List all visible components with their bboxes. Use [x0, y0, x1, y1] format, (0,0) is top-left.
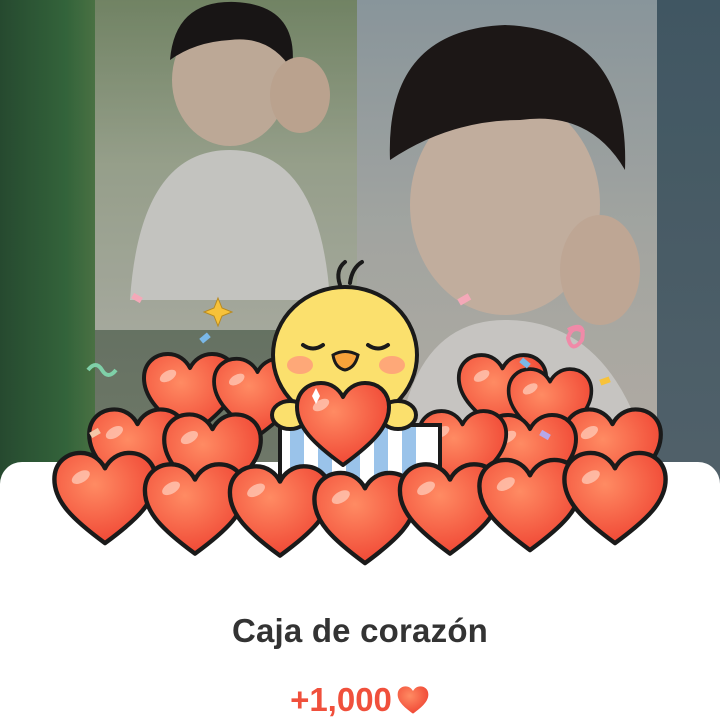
heart-icon [397, 686, 429, 714]
reward-amount: +1,000 [290, 681, 392, 718]
reward-title: Caja de corazón [231, 612, 489, 649]
reward-amount-row: +1,000 [0, 680, 720, 720]
heart-box-illustration [0, 260, 720, 600]
